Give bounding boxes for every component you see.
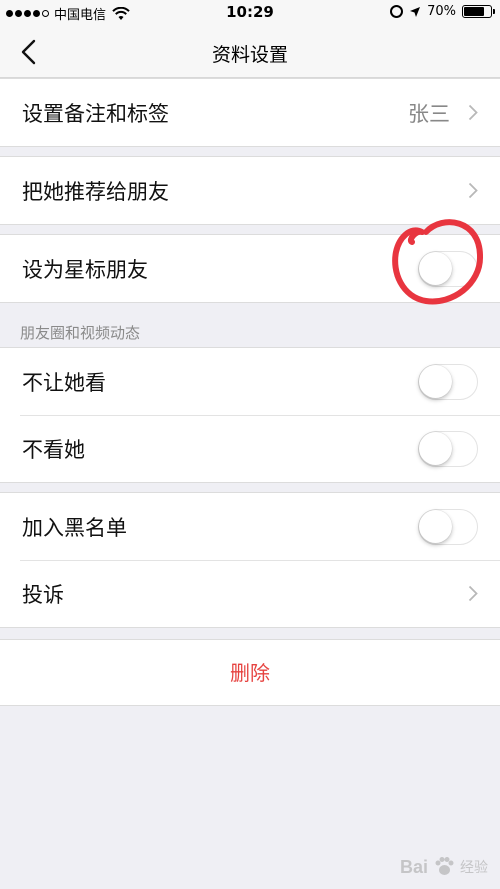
group-star: 设为星标朋友: [0, 234, 500, 303]
section-header-moments: 朋友圈和视频动态: [20, 324, 141, 342]
row-label: 设置备注和标签: [22, 101, 169, 126]
group-blacklist: 加入黑名单 投诉: [0, 492, 500, 628]
blacklist-toggle[interactable]: [418, 508, 478, 545]
baidu-watermark: Bai 经验: [400, 855, 488, 879]
row-label: 把她推荐给朋友: [22, 179, 169, 204]
orientation-lock-icon: [390, 5, 404, 18]
watermark-brand: Bai: [399, 856, 428, 877]
group-remark: 设置备注和标签 张三: [0, 78, 500, 147]
location-arrow-icon: [410, 6, 421, 17]
watermark-sub: 经验: [460, 860, 488, 876]
group-delete: 删除: [0, 639, 500, 706]
row-report[interactable]: 投诉: [0, 560, 500, 627]
row-label: 不让她看: [22, 370, 106, 395]
row-label: 加入黑名单: [22, 515, 127, 540]
row-remark-tags[interactable]: 设置备注和标签 张三: [0, 79, 500, 146]
navigation-bar: 资料设置: [0, 26, 500, 78]
group-moments: 不让她看 不看她: [0, 347, 500, 483]
remark-value: 张三: [408, 101, 450, 126]
group-recommend: 把她推荐给朋友: [0, 156, 500, 225]
row-label: 投诉: [22, 582, 64, 607]
status-right: 70%: [390, 4, 495, 19]
delete-button[interactable]: 删除: [0, 640, 500, 705]
battery-percent: 70%: [427, 4, 456, 19]
chevron-right-icon: [468, 585, 478, 602]
row-recommend-friend[interactable]: 把她推荐给朋友: [0, 157, 500, 224]
row-label: 不看她: [22, 437, 85, 462]
paw-icon: [435, 857, 454, 875]
status-bar: 中国电信 10:29 70%: [0, 0, 500, 26]
row-label: 设为星标朋友: [22, 257, 148, 282]
row-star-friend: 设为星标朋友: [0, 235, 500, 302]
chevron-right-icon: [468, 182, 478, 199]
chevron-right-icon: [468, 104, 478, 121]
no-view-toggle[interactable]: [418, 430, 478, 467]
hide-moments-toggle[interactable]: [418, 363, 478, 400]
battery-icon: [462, 5, 495, 18]
row-no-view: 不看她: [0, 415, 500, 482]
row-hide-moments: 不让她看: [0, 348, 500, 415]
page-title: 资料设置: [211, 44, 288, 66]
row-blacklist: 加入黑名单: [0, 493, 500, 560]
star-friend-toggle[interactable]: [418, 250, 478, 287]
